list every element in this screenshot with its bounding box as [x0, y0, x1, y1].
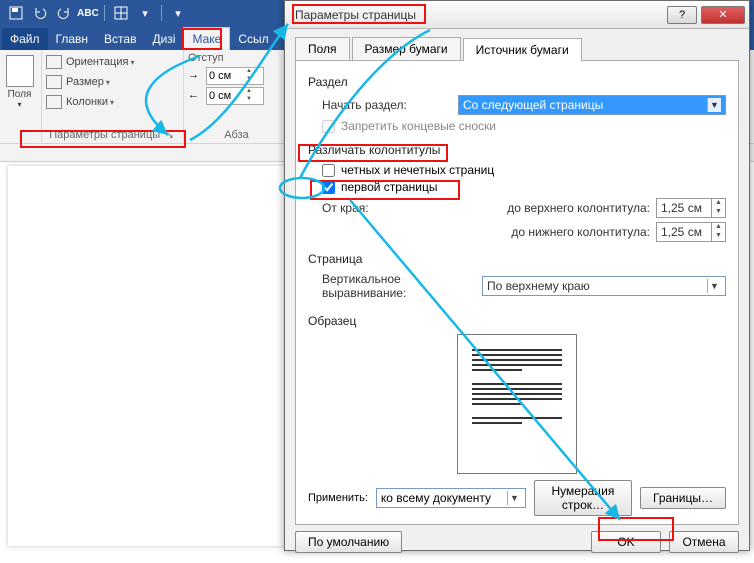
start-section-label: Начать раздел:: [308, 98, 458, 112]
suppress-endnotes-label: Запретить концевые сноски: [341, 119, 496, 133]
margins-button[interactable]: Поля ▾: [2, 52, 38, 112]
dialog-body: Раздел Начать раздел: Со следующей стран…: [295, 60, 739, 525]
document-page: [8, 166, 288, 546]
indent-heading: Отступ: [188, 52, 285, 66]
table-icon[interactable]: [111, 3, 131, 23]
more-icon[interactable]: ▾: [135, 3, 155, 23]
odd-even-label: четных и нечетных страниц: [341, 163, 494, 177]
page-setup-dialog: Параметры страницы ? ✕ Поля Размер бумаг…: [284, 0, 750, 551]
dialog-tabs: Поля Размер бумаги Источник бумаги: [285, 29, 749, 60]
tab-paper-size[interactable]: Размер бумаги: [352, 37, 461, 60]
first-page-check[interactable]: первой страницы: [308, 180, 726, 194]
start-section-select[interactable]: Со следующей страницы ▼: [458, 95, 726, 115]
orientation-label: Ориентация: [66, 56, 128, 68]
close-button[interactable]: ✕: [701, 6, 745, 24]
paragraph-group-title: Абза: [188, 127, 285, 141]
tab-references[interactable]: Ссыл: [230, 28, 276, 50]
chevron-down-icon[interactable]: ▼: [507, 491, 521, 505]
chevron-down-icon[interactable]: ▼: [707, 279, 721, 293]
page-setup-group-title: Параметры страницы↘: [46, 127, 177, 141]
start-section-value: Со следующей страницы: [463, 98, 603, 112]
header-distance[interactable]: 1,25 см ▲▼: [656, 198, 726, 218]
page-heading: Страница: [308, 252, 726, 266]
dialog-titlebar: Параметры страницы ? ✕: [285, 1, 749, 29]
stepper-down-icon[interactable]: ▼: [243, 96, 255, 104]
valign-select[interactable]: По верхнему краю ▼: [482, 276, 726, 296]
orientation-icon: [46, 55, 62, 69]
footer-distance[interactable]: 1,25 см ▲▼: [656, 222, 726, 242]
apply-value: ко всему документу: [381, 491, 491, 505]
group-page-setup: Ориентация▾ Размер▾ Колонки▾ Параметры с…: [42, 50, 184, 143]
help-button[interactable]: ?: [667, 6, 697, 24]
defaults-button[interactable]: По умолчанию: [295, 531, 402, 553]
orientation-button[interactable]: Ориентация▾: [46, 52, 177, 72]
odd-even-check[interactable]: четных и нечетных страниц: [308, 163, 726, 177]
valign-label: Вертикальное выравнивание:: [308, 272, 482, 300]
indent-left-icon: →: [188, 69, 202, 83]
indent-right[interactable]: ← ▲▼: [188, 86, 285, 106]
borders-button[interactable]: Границы…: [640, 487, 726, 509]
indent-right-icon: ←: [188, 89, 202, 103]
cancel-button[interactable]: Отмена: [669, 531, 739, 553]
stepper-down-icon[interactable]: ▼: [712, 232, 725, 241]
stepper-up-icon[interactable]: ▲: [243, 88, 255, 96]
page-size-icon: [46, 75, 62, 89]
tab-fields[interactable]: Поля: [295, 37, 350, 60]
indent-left[interactable]: → ▲▼: [188, 66, 285, 86]
preview-box: [457, 334, 577, 474]
suppress-endnotes-checkbox: [322, 120, 335, 133]
dialog-footer: По умолчанию OK Отмена: [285, 531, 749, 563]
tab-insert[interactable]: Встав: [96, 28, 144, 50]
section-heading: Раздел: [308, 75, 726, 89]
stepper-down-icon[interactable]: ▼: [712, 208, 725, 217]
stepper-down-icon[interactable]: ▼: [243, 76, 255, 84]
ok-button[interactable]: OK: [591, 531, 661, 553]
stepper-up-icon[interactable]: ▲: [243, 68, 255, 76]
valign-value: По верхнему краю: [487, 279, 590, 293]
save-icon[interactable]: [6, 3, 26, 23]
from-edge-label: От края:: [308, 201, 458, 215]
columns-button[interactable]: Колонки▾: [46, 92, 177, 112]
tab-design[interactable]: Дизі: [144, 28, 183, 50]
first-page-label: первой страницы: [341, 180, 437, 194]
suppress-endnotes-check[interactable]: Запретить концевые сноски: [308, 119, 726, 133]
spellcheck-icon[interactable]: ABC: [78, 3, 98, 23]
group-paragraph: Отступ → ▲▼ ← ▲▼ Абза: [184, 50, 292, 143]
apply-select[interactable]: ко всему документу ▼: [376, 488, 526, 508]
indent-left-input[interactable]: [207, 68, 243, 84]
headers-heading: Различать колонтитулы: [308, 143, 726, 157]
to-header-label: до верхнего колонтитула:: [458, 201, 656, 215]
first-page-checkbox[interactable]: [322, 181, 335, 194]
footer-distance-value[interactable]: 1,25 см: [656, 222, 712, 242]
indent-right-input[interactable]: [207, 88, 243, 104]
columns-label: Колонки: [66, 96, 108, 108]
margins-icon: [6, 55, 34, 87]
dialog-title: Параметры страницы: [285, 8, 416, 22]
stepper-up-icon[interactable]: ▲: [712, 199, 725, 208]
preview-heading: Образец: [308, 314, 726, 328]
group-margins: Поля ▾: [0, 50, 42, 143]
header-distance-value[interactable]: 1,25 см: [656, 198, 712, 218]
tab-home[interactable]: Главн: [48, 28, 97, 50]
page-setup-launcher[interactable]: ↘: [166, 130, 174, 140]
chevron-down-icon[interactable]: ▼: [707, 98, 721, 112]
apply-label: Применить:: [308, 492, 368, 504]
redo-icon[interactable]: [54, 3, 74, 23]
line-numbers-button[interactable]: Нумерация строк…: [534, 480, 632, 516]
margins-label: Поля: [8, 89, 32, 100]
odd-even-checkbox[interactable]: [322, 164, 335, 177]
size-label: Размер: [66, 76, 104, 88]
tab-layout[interactable]: Маке: [183, 27, 230, 50]
size-button[interactable]: Размер▾: [46, 72, 177, 92]
stepper-up-icon[interactable]: ▲: [712, 223, 725, 232]
tab-paper-source[interactable]: Источник бумаги: [463, 38, 582, 61]
to-footer-label: до нижнего колонтитула:: [458, 225, 656, 239]
undo-icon[interactable]: [30, 3, 50, 23]
columns-icon: [46, 95, 62, 109]
tab-file[interactable]: Файл: [2, 28, 48, 50]
customize-qat-icon[interactable]: ▾: [168, 3, 188, 23]
